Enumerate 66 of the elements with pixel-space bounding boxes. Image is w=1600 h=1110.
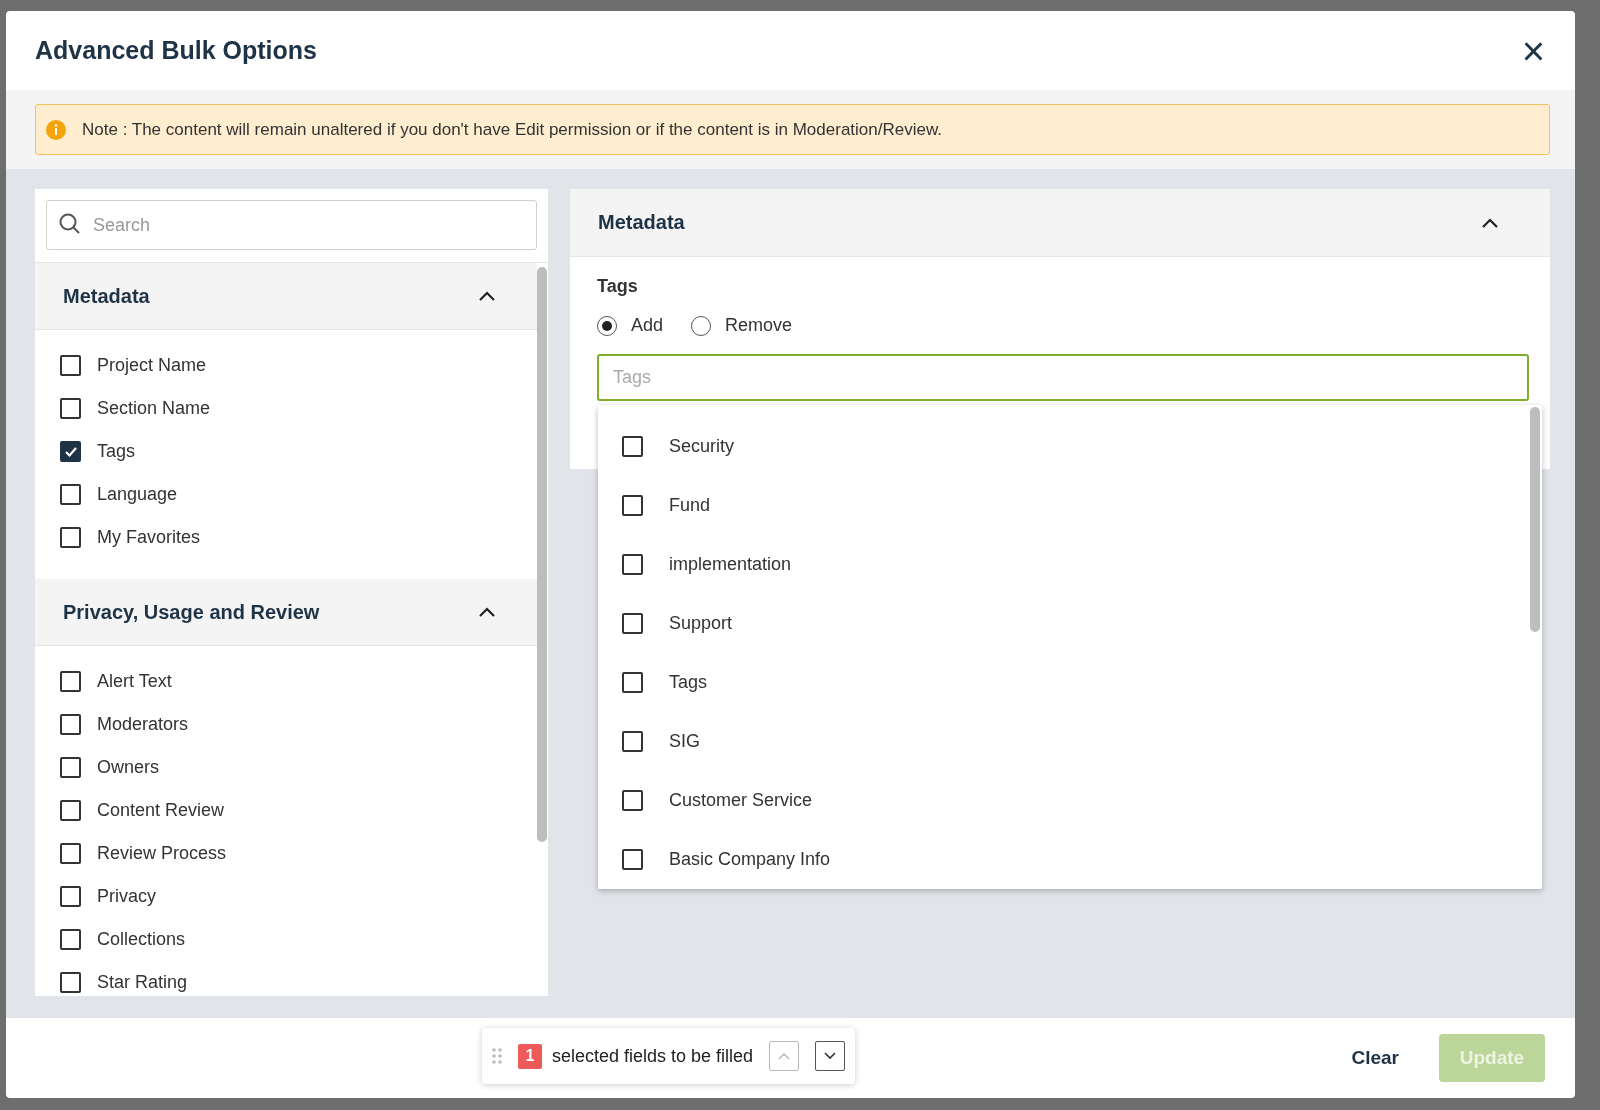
drag-handle-icon[interactable]: [492, 1048, 502, 1064]
checkbox[interactable]: [60, 929, 81, 950]
scrollbar-thumb[interactable]: [537, 267, 547, 842]
checkbox[interactable]: [60, 972, 81, 993]
checkbox[interactable]: [60, 355, 81, 376]
dropdown-option[interactable]: Security: [598, 417, 1530, 476]
field-label: Content Review: [97, 800, 225, 821]
field-label: Tags: [597, 276, 639, 297]
checkbox[interactable]: [60, 441, 81, 462]
checkbox[interactable]: [622, 849, 643, 870]
checkbox[interactable]: [622, 672, 643, 693]
checkbox[interactable]: [622, 731, 643, 752]
checkbox[interactable]: [622, 790, 643, 811]
checkbox[interactable]: [60, 398, 81, 419]
checkbox[interactable]: [60, 886, 81, 907]
field-label: Owners: [97, 757, 159, 778]
checkbox[interactable]: [60, 843, 81, 864]
note-text: Note : The content will remain unaltered if you don't have Edit permission or if the content is in Moderation/Review.: [82, 119, 942, 140]
checkbox[interactable]: [60, 527, 81, 548]
checkbox[interactable]: [622, 495, 643, 516]
close-button[interactable]: ×: [1517, 30, 1549, 71]
field-label: Project Name: [97, 355, 207, 376]
section-header[interactable]: Privacy, Usage and Review: [35, 579, 537, 646]
clear-button[interactable]: Clear: [1345, 1046, 1405, 1070]
next-button[interactable]: [815, 1041, 846, 1071]
checkbox[interactable]: [60, 484, 81, 505]
checkbox[interactable]: [60, 757, 81, 778]
scrollbar-thumb[interactable]: [1530, 407, 1540, 632]
section-header[interactable]: Metadata: [35, 263, 537, 330]
checkbox[interactable]: [60, 800, 81, 821]
dropdown-option[interactable]: Tags: [598, 653, 1530, 712]
search-field[interactable]: Search: [46, 200, 537, 250]
field-label: Tags: [97, 441, 136, 462]
checkbox[interactable]: [60, 714, 81, 735]
count-text: selected fields to be filled: [552, 1045, 754, 1067]
checkbox[interactable]: [60, 671, 81, 692]
caret-down-icon: [824, 1052, 837, 1060]
section-title: Metadata: [63, 284, 150, 308]
field-label: Collections: [97, 929, 186, 950]
radio-label: Add: [631, 315, 664, 336]
dropdown-option[interactable]: Fund: [598, 476, 1530, 535]
field-label: My Favorites: [97, 527, 201, 548]
count-badge: 1: [518, 1043, 542, 1069]
dropdown-option[interactable]: implementation: [598, 535, 1530, 594]
field-label: Alert Text: [97, 671, 172, 692]
info-icon: [46, 119, 66, 140]
section-title: Privacy, Usage and Review: [63, 600, 320, 624]
field-label: Star Rating: [97, 972, 188, 993]
field-label: Language: [97, 484, 178, 505]
field-label: Privacy: [97, 886, 156, 907]
checkbox[interactable]: [622, 554, 643, 575]
chevron-icon[interactable]: [1482, 217, 1498, 228]
field-label: Section Name: [97, 398, 211, 419]
caret-up-icon: [778, 1052, 791, 1060]
section-title: Metadata: [598, 211, 685, 234]
field-label: Moderators: [97, 714, 189, 735]
tags-input[interactable]: Tags: [597, 354, 1529, 401]
dropdown-option[interactable]: Customer Service: [598, 771, 1530, 830]
dropdown-option[interactable]: Basic Company Info: [598, 830, 1530, 889]
checkbox[interactable]: [622, 613, 643, 634]
checkbox[interactable]: [622, 436, 643, 457]
dialog-title: Advanced Bulk Options: [35, 36, 317, 65]
field-label: Review Process: [97, 843, 227, 864]
dropdown-option[interactable]: Support: [598, 594, 1530, 653]
dropdown-option[interactable]: SIG: [598, 712, 1530, 771]
radio-label: Remove: [725, 315, 793, 336]
